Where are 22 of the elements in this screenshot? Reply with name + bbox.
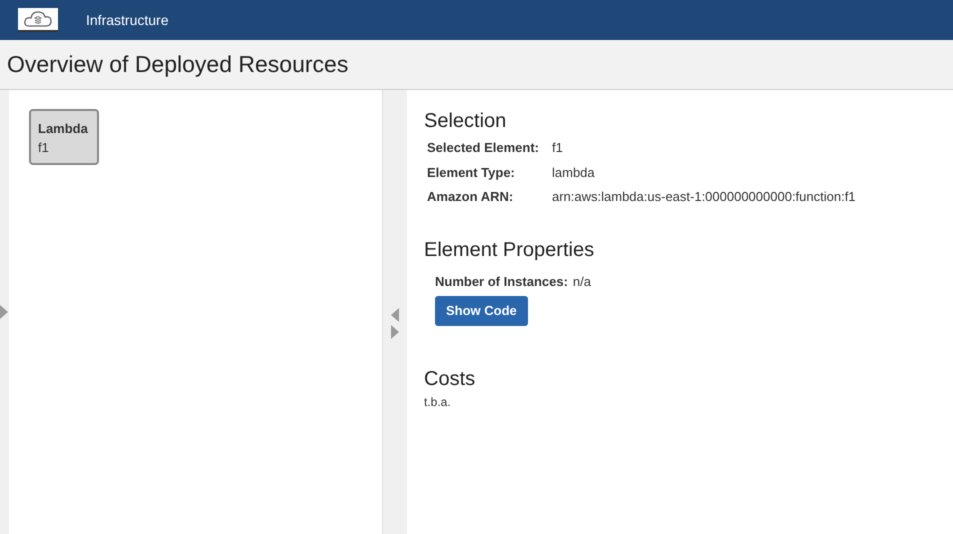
node-name: f1 [38, 139, 50, 157]
expand-arrow-icon[interactable] [0, 305, 8, 319]
logo-icon [18, 8, 58, 32]
field-value: arn:aws:lambda:us-east-1:000000000000:function:f1 [552, 188, 856, 206]
section-heading: Costs [424, 367, 476, 392]
app-title: Infrastructure [86, 10, 168, 30]
page-title: Overview of Deployed Resources [7, 50, 348, 80]
section-heading: Selection [424, 109, 508, 134]
field-value: n/a [572, 272, 591, 290]
lambda-node[interactable]: Lambda f1 [29, 109, 99, 165]
field-value: lambda [552, 164, 595, 182]
expand-arrow-icon[interactable] [391, 324, 399, 338]
section-heading: Element Properties [424, 238, 596, 262]
field-value: f1 [552, 139, 563, 157]
costs-text: t.b.a. [424, 394, 452, 411]
show-code-button[interactable]: Show Code [435, 296, 528, 326]
field-label: Number of Instances: [435, 272, 568, 290]
field-label: Selected Element: [427, 139, 540, 157]
node-type: Lambda [38, 120, 89, 138]
collapse-arrow-icon[interactable] [391, 308, 399, 322]
field-label: Amazon ARN: [427, 188, 514, 206]
field-label: Element Type: [427, 164, 516, 182]
